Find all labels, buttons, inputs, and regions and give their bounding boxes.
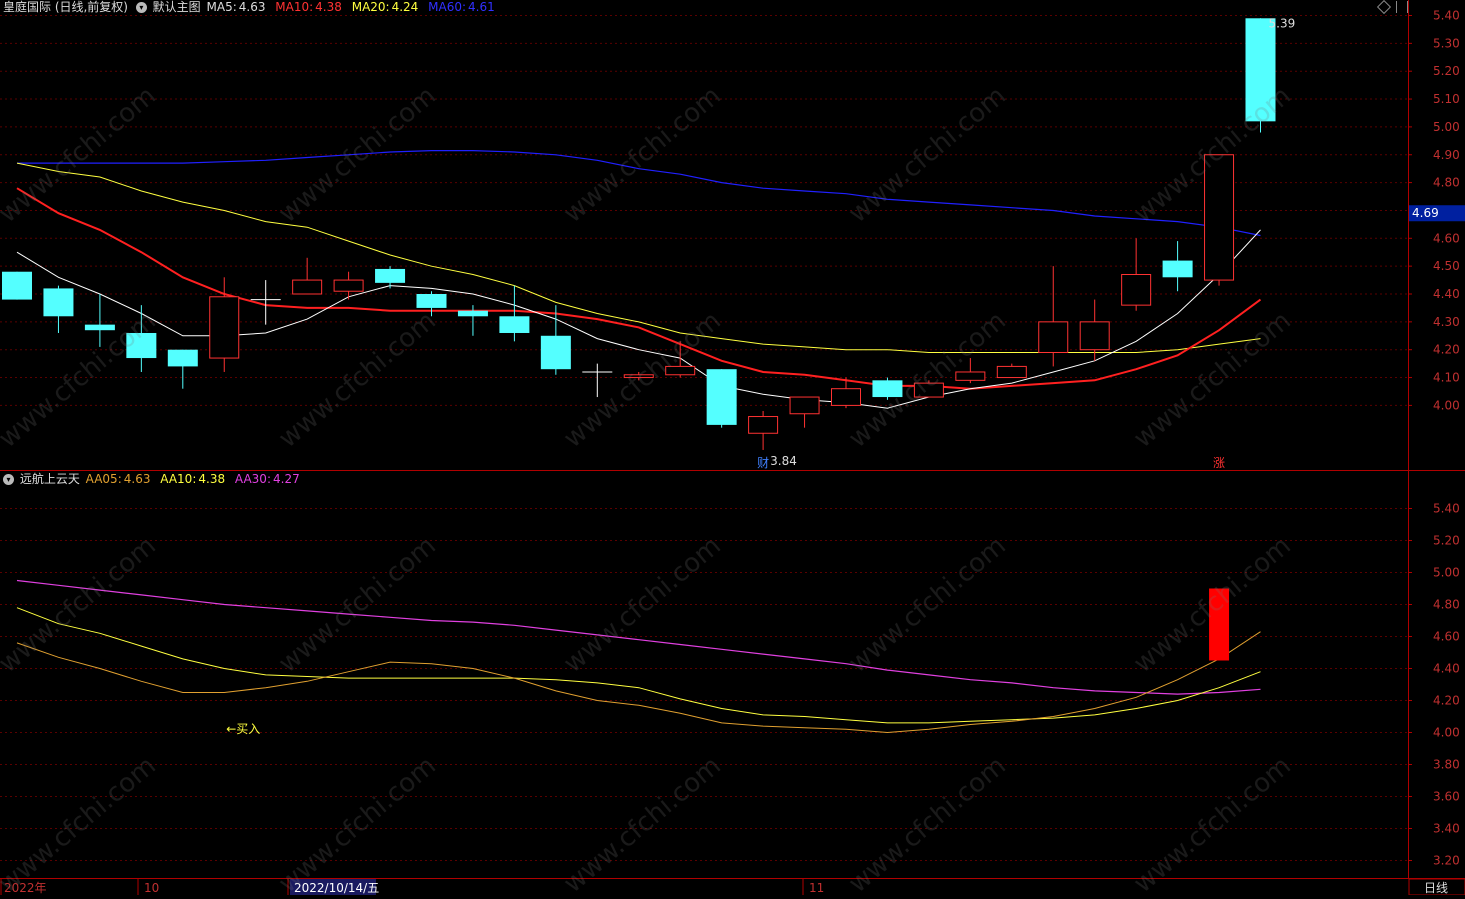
- ma60-line: [17, 150, 1261, 237]
- sub-tick-label: 3.20: [1433, 854, 1460, 868]
- aa05-value: 4.63: [123, 472, 151, 486]
- current-price-value: 4.69: [1412, 206, 1439, 220]
- candle-body: [540, 335, 571, 370]
- chevron-down-icon[interactable]: ▾: [3, 474, 14, 485]
- sub-tick-label: 4.60: [1433, 630, 1460, 644]
- template-name[interactable]: 默认主图: [153, 0, 201, 14]
- date-label: 2022/10/14/五: [294, 881, 379, 895]
- candle-body: [333, 279, 364, 292]
- candle-body: [1079, 321, 1110, 351]
- price-tick-label: 4.80: [1433, 176, 1460, 190]
- ma10-line: [16, 187, 1262, 390]
- candle-body: [2, 271, 32, 300]
- candle-body: [167, 349, 198, 367]
- ma10-label: MA10:: [275, 0, 314, 14]
- price-tick-label: 5.10: [1433, 92, 1460, 106]
- sub-tick-label: 4.40: [1433, 662, 1460, 676]
- price-tick-label: 4.10: [1433, 371, 1460, 385]
- cai-badge: 财: [757, 456, 769, 470]
- ma10-value: 4.38: [315, 0, 342, 14]
- candle-body: [996, 365, 1027, 379]
- candle-body: [416, 294, 447, 308]
- price-tick-label: 4.40: [1433, 287, 1460, 301]
- price-tick-label: 4.00: [1433, 398, 1460, 412]
- sub-tick-label: 3.80: [1433, 758, 1460, 772]
- signal-bar: [1209, 588, 1230, 661]
- candle-body: [292, 279, 323, 295]
- candle-body: [457, 310, 488, 317]
- price-tick-label: 4.60: [1433, 231, 1460, 245]
- candle-body: [955, 371, 986, 381]
- candle-body: [913, 382, 944, 398]
- candle-body: [84, 324, 115, 331]
- sub-chart-header: ▾ 远航上云天 AA05: 4.63 AA10: 4.38 AA30: 4.27: [1, 472, 302, 486]
- price-tick-label: 4.50: [1433, 259, 1460, 273]
- sub-tick-label: 5.00: [1433, 566, 1460, 580]
- main-chart-header: 皇庭国际 (日线,前复权) ▾ 默认主图 MA5: 4.63 MA10: 4.38 …: [3, 0, 497, 14]
- aa10-value: 4.38: [198, 472, 226, 486]
- indicator-title[interactable]: 远航上云天: [20, 472, 80, 486]
- price-tick-label: 5.30: [1433, 36, 1460, 50]
- candle-body: [1204, 154, 1235, 281]
- date-label: 11: [809, 881, 824, 895]
- zhang-badge: 涨: [1213, 455, 1225, 470]
- candle-body: [375, 268, 406, 283]
- candle-body: [748, 416, 779, 434]
- price-tick-label: 5.40: [1433, 9, 1460, 23]
- price-tick-label: 5.00: [1433, 120, 1460, 134]
- aa05-line: [16, 631, 1261, 734]
- date-label: 2022年: [4, 881, 47, 895]
- high-price-label: 5.39: [1269, 16, 1296, 30]
- stock-chart[interactable]: 5.405.305.205.105.004.904.804.704.604.50…: [0, 0, 1465, 895]
- ma5-label: MA5:: [206, 0, 237, 14]
- sub-tick-label: 3.60: [1433, 790, 1460, 804]
- ma5-value: 4.63: [238, 0, 266, 14]
- ma20-label: MA20:: [351, 0, 390, 14]
- period-label: 日线: [1424, 881, 1448, 895]
- price-tick-label: 4.30: [1433, 315, 1460, 329]
- candle-body: [1162, 260, 1193, 278]
- price-tick-label: 4.90: [1433, 148, 1460, 162]
- candle-body: [1245, 18, 1276, 122]
- candle-body: [831, 388, 861, 406]
- aa10-label: AA10:: [160, 472, 197, 486]
- candle-body: [43, 288, 74, 317]
- scroll-handle-icon[interactable]: [1396, 1, 1408, 13]
- candle-body: [209, 296, 240, 359]
- candle-body: [789, 396, 820, 415]
- candle-body: [126, 332, 157, 359]
- candle-body: [872, 380, 903, 398]
- candle-body: [499, 316, 530, 333]
- sub-tick-label: 5.40: [1433, 502, 1460, 516]
- sub-tick-label: 4.20: [1433, 694, 1460, 708]
- sub-tick-label: 3.40: [1433, 822, 1460, 836]
- ma60-label: MA60:: [428, 0, 467, 14]
- price-tick-label: 5.20: [1433, 64, 1460, 78]
- buy-signal-label: ←买入: [226, 722, 260, 736]
- price-tick-label: 4.20: [1433, 343, 1460, 357]
- aa30-value: 4.27: [273, 472, 300, 486]
- ma60-value: 4.61: [468, 0, 495, 14]
- sub-tick-label: 4.80: [1433, 598, 1460, 612]
- stock-title[interactable]: 皇庭国际 (日线,前复权): [3, 0, 128, 14]
- sub-tick-label: 4.00: [1433, 726, 1460, 740]
- candle-body: [623, 374, 654, 379]
- ma20-value: 4.24: [391, 0, 419, 14]
- ma20-line: [16, 162, 1261, 353]
- aa30-line: [16, 579, 1261, 695]
- candle-body: [1038, 321, 1069, 353]
- date-label: 10: [144, 881, 159, 895]
- aa30-label: AA30:: [234, 472, 271, 486]
- sub-tick-label: 5.20: [1433, 534, 1460, 548]
- aa05-label: AA05:: [85, 472, 122, 486]
- candle-body: [706, 369, 737, 425]
- candle-body: [665, 365, 696, 376]
- chevron-down-icon[interactable]: ▾: [135, 2, 147, 13]
- candle-body: [1121, 274, 1152, 306]
